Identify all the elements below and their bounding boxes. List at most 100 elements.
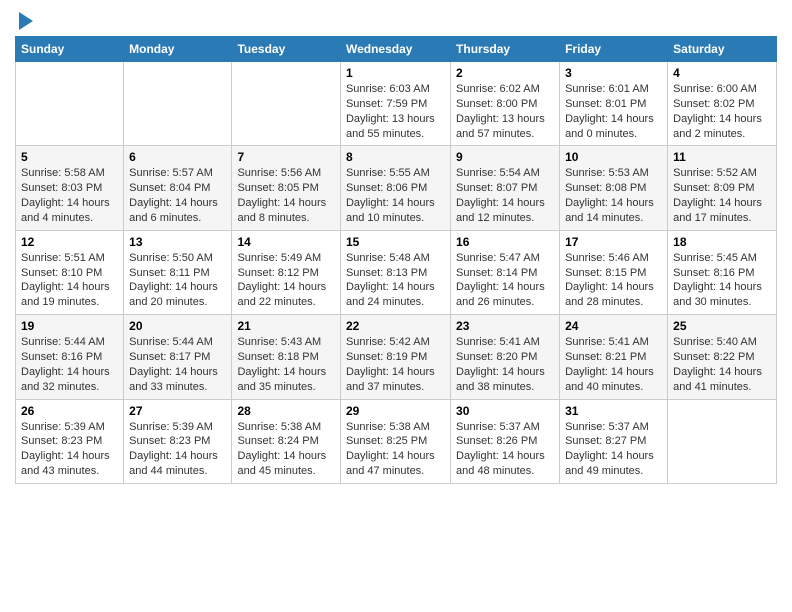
day-number: 5 — [21, 150, 118, 164]
day-info: Sunrise: 5:50 AMSunset: 8:11 PMDaylight:… — [129, 251, 226, 310]
calendar-cell: 9Sunrise: 5:54 AMSunset: 8:07 PMDaylight… — [451, 146, 560, 230]
day-number: 14 — [237, 235, 335, 249]
calendar-cell: 20Sunrise: 5:44 AMSunset: 8:17 PMDayligh… — [124, 315, 232, 399]
day-info: Sunrise: 5:40 AMSunset: 8:22 PMDaylight:… — [673, 335, 771, 394]
calendar-cell — [16, 62, 124, 146]
day-info: Sunrise: 5:57 AMSunset: 8:04 PMDaylight:… — [129, 166, 226, 225]
day-number: 26 — [21, 404, 118, 418]
day-info: Sunrise: 5:48 AMSunset: 8:13 PMDaylight:… — [346, 251, 445, 310]
day-info: Sunrise: 5:55 AMSunset: 8:06 PMDaylight:… — [346, 166, 445, 225]
page-header — [15, 10, 777, 30]
day-info: Sunrise: 5:53 AMSunset: 8:08 PMDaylight:… — [565, 166, 662, 225]
day-info: Sunrise: 5:45 AMSunset: 8:16 PMDaylight:… — [673, 251, 771, 310]
day-number: 13 — [129, 235, 226, 249]
day-number: 17 — [565, 235, 662, 249]
calendar-cell: 14 Sunrise: 5:49 AMSunset: 8:12 PMDayligh… — [232, 230, 341, 314]
calendar-table: SundayMondayTuesdayWednesdayThursdayFrid… — [15, 36, 777, 484]
day-number: 7 — [237, 150, 335, 164]
day-info: Sunrise: 6:00 AMSunset: 8:02 PMDaylight:… — [673, 82, 771, 141]
calendar-cell: 5Sunrise: 5:58 AMSunset: 8:03 PMDaylight… — [16, 146, 124, 230]
calendar-cell: 31 Sunrise: 5:37 AMSunset: 8:27 PMDayligh… — [560, 399, 668, 483]
calendar-cell: 22Sunrise: 5:42 AMSunset: 8:19 PMDayligh… — [340, 315, 450, 399]
calendar-cell: 3Sunrise: 6:01 AMSunset: 8:01 PMDaylight… — [560, 62, 668, 146]
day-number: 23 — [456, 319, 554, 333]
calendar-cell: 8 Sunrise: 5:55 AMSunset: 8:06 PMDaylight… — [340, 146, 450, 230]
day-number: 21 — [237, 319, 335, 333]
calendar-header-tuesday: Tuesday — [232, 37, 341, 62]
day-number: 22 — [346, 319, 445, 333]
day-number: 4 — [673, 66, 771, 80]
day-info: Sunrise: 5:39 AMSunset: 8:23 PMDaylight:… — [21, 420, 118, 479]
calendar-cell: 24 Sunrise: 5:41 AMSunset: 8:21 PMDayligh… — [560, 315, 668, 399]
day-number: 10 — [565, 150, 662, 164]
calendar-cell: 19 Sunrise: 5:44 AMSunset: 8:16 PMDayligh… — [16, 315, 124, 399]
calendar-cell: 2 Sunrise: 6:02 AMSunset: 8:00 PMDaylight… — [451, 62, 560, 146]
calendar-week-row: 5Sunrise: 5:58 AMSunset: 8:03 PMDaylight… — [16, 146, 777, 230]
calendar-cell: 7Sunrise: 5:56 AMSunset: 8:05 PMDaylight… — [232, 146, 341, 230]
calendar-cell: 23 Sunrise: 5:41 AMSunset: 8:20 PMDayligh… — [451, 315, 560, 399]
calendar-cell: 28 Sunrise: 5:38 AMSunset: 8:24 PMDayligh… — [232, 399, 341, 483]
calendar-cell: 1 Sunrise: 6:03 AMSunset: 7:59 PMDaylight… — [340, 62, 450, 146]
day-info: Sunrise: 5:38 AMSunset: 8:25 PMDaylight:… — [346, 420, 445, 479]
calendar-cell: 25 Sunrise: 5:40 AMSunset: 8:22 PMDayligh… — [668, 315, 777, 399]
calendar-cell — [668, 399, 777, 483]
calendar-cell: 18Sunrise: 5:45 AMSunset: 8:16 PMDayligh… — [668, 230, 777, 314]
day-info: Sunrise: 5:41 AMSunset: 8:21 PMDaylight:… — [565, 335, 662, 394]
calendar-header-thursday: Thursday — [451, 37, 560, 62]
calendar-week-row: 19 Sunrise: 5:44 AMSunset: 8:16 PMDayligh… — [16, 315, 777, 399]
logo-arrow-icon — [19, 12, 33, 30]
calendar-cell: 13 Sunrise: 5:50 AMSunset: 8:11 PMDayligh… — [124, 230, 232, 314]
calendar-week-row: 1 Sunrise: 6:03 AMSunset: 7:59 PMDaylight… — [16, 62, 777, 146]
day-number: 11 — [673, 150, 771, 164]
day-info: Sunrise: 5:38 AMSunset: 8:24 PMDaylight:… — [237, 420, 335, 479]
calendar-header-friday: Friday — [560, 37, 668, 62]
day-info: Sunrise: 5:43 AMSunset: 8:18 PMDaylight:… — [237, 335, 335, 394]
day-number: 8 — [346, 150, 445, 164]
calendar-cell: 26 Sunrise: 5:39 AMSunset: 8:23 PMDayligh… — [16, 399, 124, 483]
calendar-header-wednesday: Wednesday — [340, 37, 450, 62]
day-info: Sunrise: 5:39 AMSunset: 8:23 PMDaylight:… — [129, 420, 226, 479]
day-info: Sunrise: 5:52 AMSunset: 8:09 PMDaylight:… — [673, 166, 771, 225]
day-info: Sunrise: 5:46 AMSunset: 8:15 PMDaylight:… — [565, 251, 662, 310]
day-number: 25 — [673, 319, 771, 333]
calendar-cell: 15 Sunrise: 5:48 AMSunset: 8:13 PMDayligh… — [340, 230, 450, 314]
day-number: 3 — [565, 66, 662, 80]
day-number: 15 — [346, 235, 445, 249]
day-info: Sunrise: 5:49 AMSunset: 8:12 PMDaylight:… — [237, 251, 335, 310]
day-info: Sunrise: 5:41 AMSunset: 8:20 PMDaylight:… — [456, 335, 554, 394]
day-number: 16 — [456, 235, 554, 249]
day-number: 29 — [346, 404, 445, 418]
calendar-cell: 29 Sunrise: 5:38 AMSunset: 8:25 PMDayligh… — [340, 399, 450, 483]
day-number: 30 — [456, 404, 554, 418]
calendar-header-saturday: Saturday — [668, 37, 777, 62]
calendar-cell: 27 Sunrise: 5:39 AMSunset: 8:23 PMDayligh… — [124, 399, 232, 483]
calendar-header-row: SundayMondayTuesdayWednesdayThursdayFrid… — [16, 37, 777, 62]
calendar-cell: 10 Sunrise: 5:53 AMSunset: 8:08 PMDayligh… — [560, 146, 668, 230]
calendar-cell: 11 Sunrise: 5:52 AMSunset: 8:09 PMDayligh… — [668, 146, 777, 230]
day-info: Sunrise: 5:37 AMSunset: 8:27 PMDaylight:… — [565, 420, 662, 479]
calendar-cell: 4 Sunrise: 6:00 AMSunset: 8:02 PMDaylight… — [668, 62, 777, 146]
day-number: 27 — [129, 404, 226, 418]
day-info: Sunrise: 5:51 AMSunset: 8:10 PMDaylight:… — [21, 251, 118, 310]
calendar-cell: 12 Sunrise: 5:51 AMSunset: 8:10 PMDayligh… — [16, 230, 124, 314]
logo — [15, 10, 33, 30]
day-number: 12 — [21, 235, 118, 249]
day-info: Sunrise: 5:44 AMSunset: 8:16 PMDaylight:… — [21, 335, 118, 394]
day-number: 1 — [346, 66, 445, 80]
day-info: Sunrise: 6:02 AMSunset: 8:00 PMDaylight:… — [456, 82, 554, 141]
day-number: 28 — [237, 404, 335, 418]
day-number: 24 — [565, 319, 662, 333]
calendar-header-monday: Monday — [124, 37, 232, 62]
calendar-cell: 21 Sunrise: 5:43 AMSunset: 8:18 PMDayligh… — [232, 315, 341, 399]
day-info: Sunrise: 6:03 AMSunset: 7:59 PMDaylight:… — [346, 82, 445, 141]
day-number: 31 — [565, 404, 662, 418]
calendar-week-row: 26 Sunrise: 5:39 AMSunset: 8:23 PMDayligh… — [16, 399, 777, 483]
day-number: 2 — [456, 66, 554, 80]
day-number: 20 — [129, 319, 226, 333]
day-number: 6 — [129, 150, 226, 164]
calendar-cell — [124, 62, 232, 146]
calendar-week-row: 12 Sunrise: 5:51 AMSunset: 8:10 PMDayligh… — [16, 230, 777, 314]
calendar-cell — [232, 62, 341, 146]
day-number: 19 — [21, 319, 118, 333]
day-info: Sunrise: 5:54 AMSunset: 8:07 PMDaylight:… — [456, 166, 554, 225]
